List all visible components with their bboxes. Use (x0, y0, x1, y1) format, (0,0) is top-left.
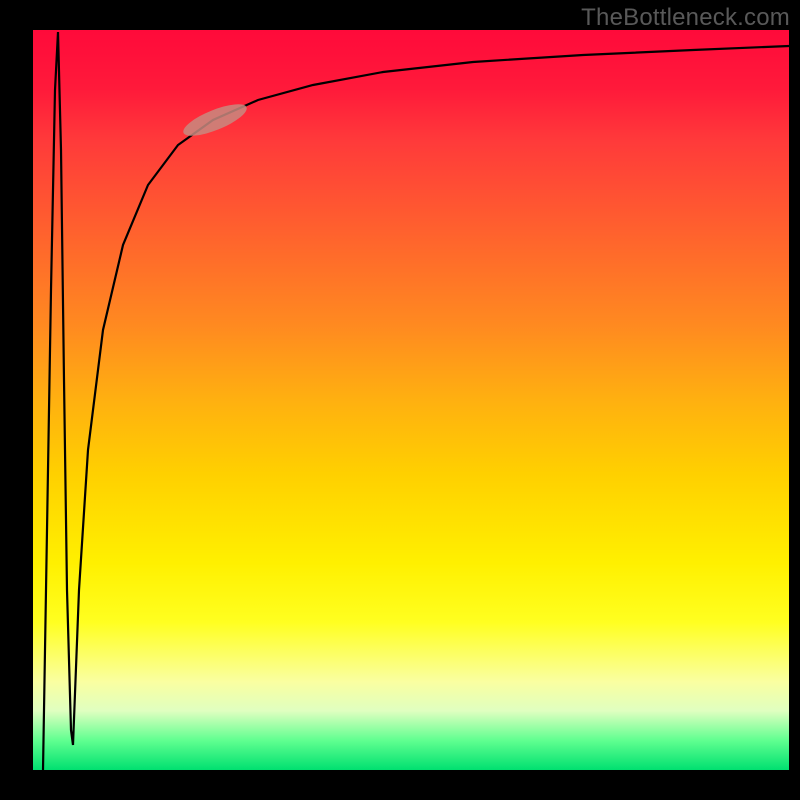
curve-layer (33, 30, 789, 770)
bottleneck-curve (43, 32, 789, 770)
plot-area (33, 30, 789, 770)
curve-highlight-marker (180, 98, 251, 142)
watermark: TheBottleneck.com (581, 4, 790, 32)
